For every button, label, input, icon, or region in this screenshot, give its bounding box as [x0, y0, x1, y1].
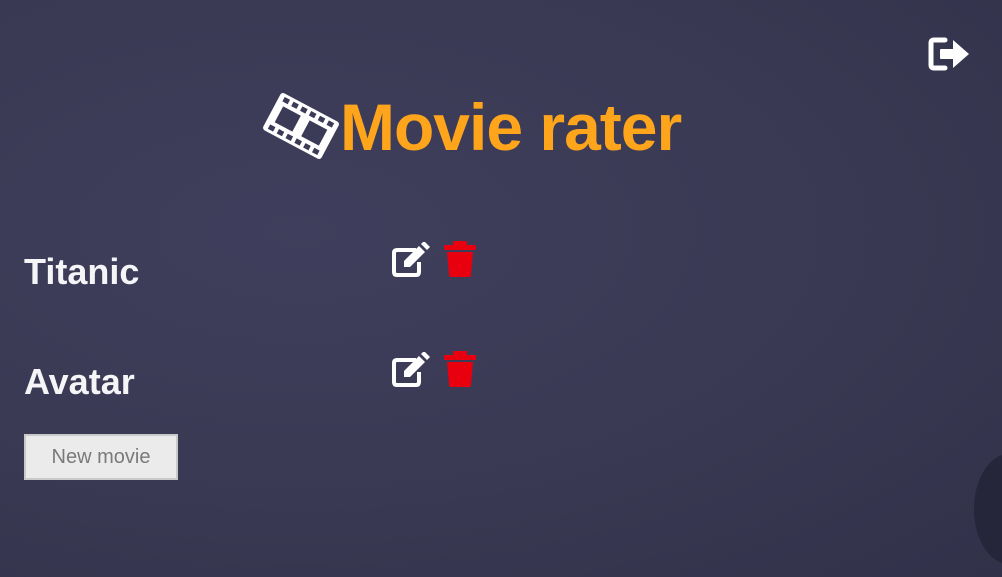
sign-out-icon — [928, 37, 969, 71]
edit-icon[interactable] — [390, 242, 430, 278]
floating-action-knob — [974, 454, 1002, 564]
app-header: Movie rater — [256, 78, 682, 174]
movie-title[interactable]: Titanic — [24, 254, 139, 290]
list-item: Titanic — [24, 240, 494, 300]
film-icon — [263, 93, 339, 159]
movie-title[interactable]: Avatar — [24, 364, 135, 400]
trash-icon[interactable] — [442, 240, 478, 278]
new-movie-button[interactable]: New movie — [24, 434, 178, 480]
app-title: Movie rater — [340, 90, 682, 164]
trash-icon[interactable] — [442, 350, 478, 388]
list-item: Avatar — [24, 350, 494, 410]
edit-icon[interactable] — [390, 352, 430, 388]
logout-button[interactable] — [928, 36, 972, 72]
